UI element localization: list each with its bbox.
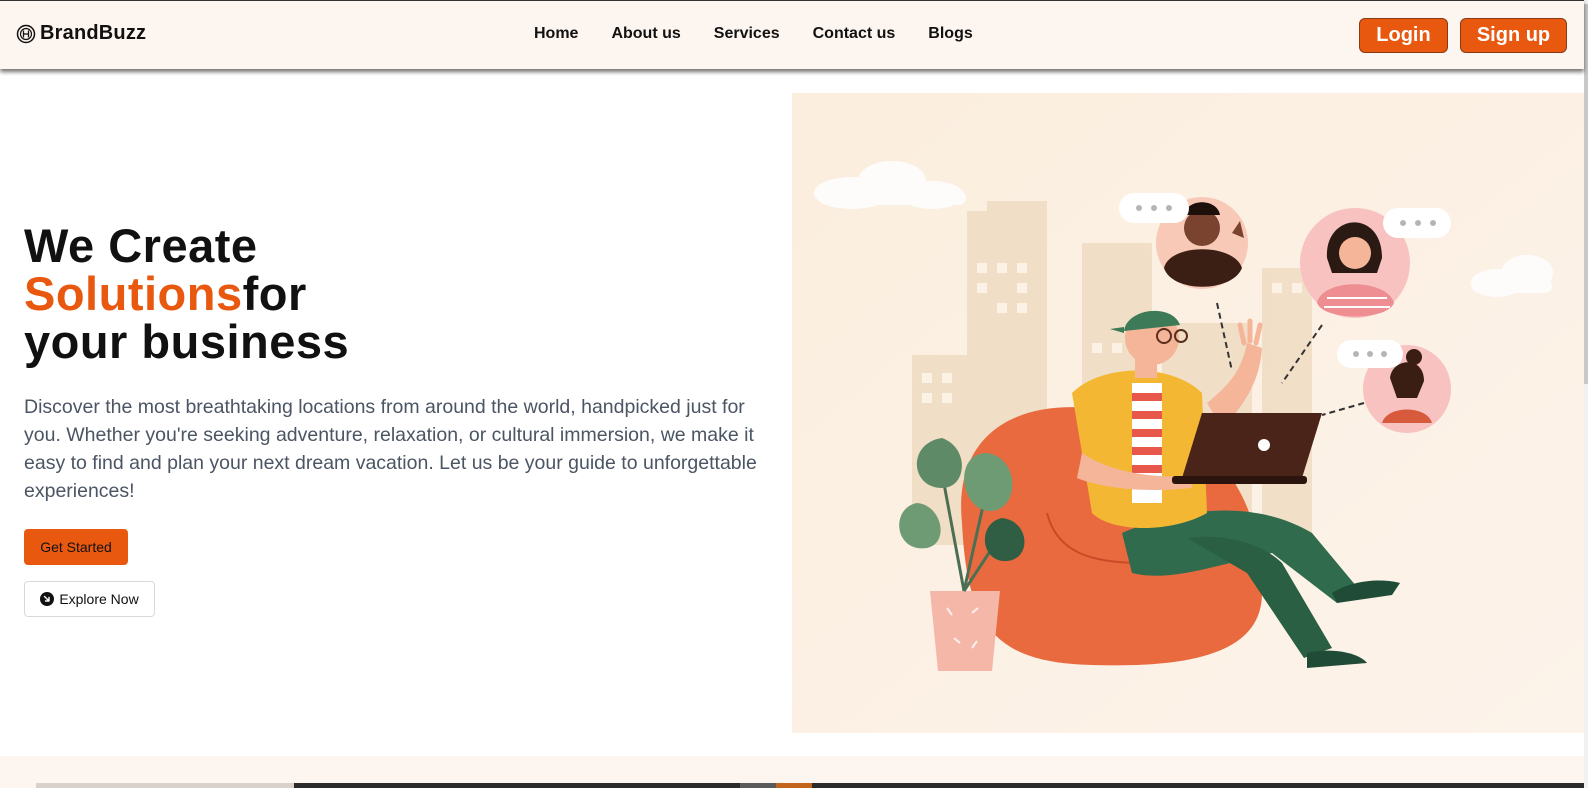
next-section-banner-part — [776, 783, 812, 788]
nav-link-contact[interactable]: Contact us — [813, 25, 896, 43]
explore-now-button[interactable]: Explore Now — [24, 581, 155, 617]
chat-bubble-icon — [1383, 208, 1451, 238]
hero-illustration — [792, 93, 1584, 733]
brand-logo-icon — [16, 24, 36, 43]
hero-title-line3: your business — [24, 315, 350, 368]
login-button[interactable]: Login — [1359, 18, 1448, 53]
signup-button[interactable]: Sign up — [1460, 18, 1567, 53]
nav-link-home[interactable]: Home — [534, 25, 578, 43]
brand-name: BrandBuzz — [40, 22, 147, 44]
nav-link-about[interactable]: About us — [611, 25, 680, 43]
hero-title-accent: Solutions — [24, 267, 243, 320]
arrow-circle-icon — [40, 592, 55, 606]
nav-links: Home About us Services Contact us Blogs — [534, 25, 1006, 43]
nav-link-blogs[interactable]: Blogs — [928, 25, 972, 43]
navbar: BrandBuzz Home About us Services Contact… — [0, 0, 1584, 69]
explore-now-label: Explore Now — [59, 591, 139, 607]
get-started-button[interactable]: Get Started — [24, 529, 128, 565]
nav-link-services[interactable]: Services — [714, 25, 780, 43]
hero-title-line1: We Create — [24, 219, 258, 272]
brand[interactable]: BrandBuzz — [16, 22, 146, 45]
page-scrollbar[interactable] — [1584, 0, 1588, 788]
next-section-banner-part — [36, 783, 294, 788]
hero-description: Discover the most breathtaking locations… — [24, 396, 757, 502]
chat-bubble-icon — [1119, 193, 1189, 223]
next-section-banner-part — [740, 783, 776, 788]
hero-title-after-accent: for — [242, 267, 307, 320]
chat-bubble-icon — [1337, 340, 1403, 368]
scrollbar-thumb[interactable] — [1584, 4, 1588, 384]
hero-title: We Create Solutionsfor your business — [24, 222, 349, 366]
